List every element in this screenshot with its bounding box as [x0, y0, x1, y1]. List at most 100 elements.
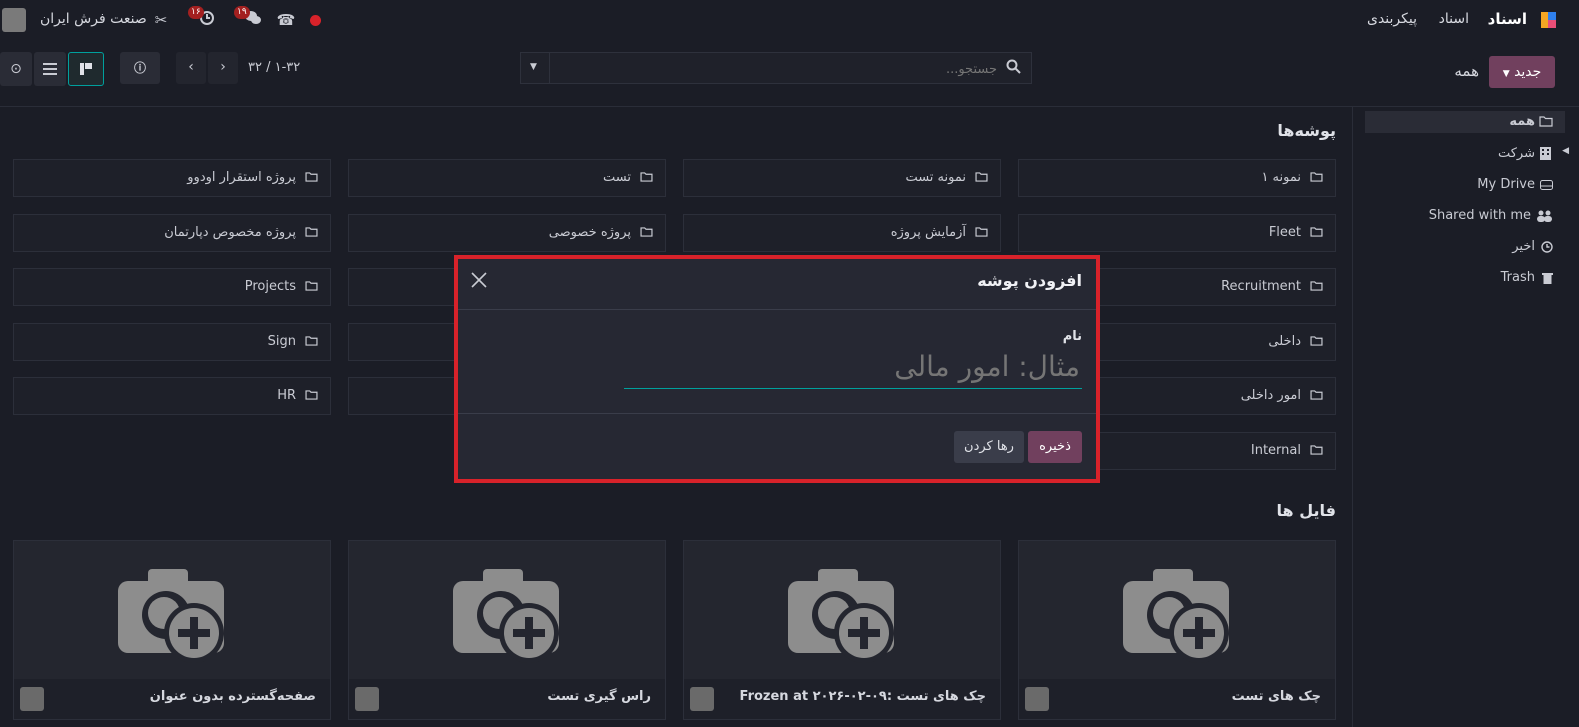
kanban-view-button[interactable] [68, 52, 104, 86]
app-logo-icon[interactable] [1539, 10, 1559, 30]
avatar [20, 687, 44, 711]
camera-add-icon [453, 569, 559, 663]
caret-down-icon: ▼ [530, 62, 537, 72]
folder-icon [1310, 281, 1323, 291]
folder-icon [1539, 116, 1553, 127]
search-options-toggle[interactable]: ▼ [521, 53, 550, 83]
drive-icon [1540, 180, 1553, 190]
clock-icon: ⊙ [10, 61, 22, 77]
folder-icon [305, 227, 318, 237]
avatar [690, 687, 714, 711]
folder-icon [305, 390, 318, 400]
activity-badge: ۱۶ [188, 6, 204, 19]
add-folder-dialog: افزودن پوشه نام ذخیره رها کردن [454, 255, 1100, 483]
folder-name-input[interactable] [624, 345, 1082, 389]
search-icon [1006, 59, 1021, 78]
folder-icon [1310, 390, 1323, 400]
trash-icon [1542, 273, 1553, 284]
phone-icon[interactable]: ☎ [275, 10, 297, 30]
menu-documents[interactable]: اسناد [1439, 11, 1469, 27]
folder-icon [1310, 172, 1323, 182]
search-input[interactable] [575, 57, 999, 81]
folder-icon [305, 281, 318, 291]
tools-icon[interactable]: ✂ [150, 10, 172, 30]
folder-card[interactable]: Sign [13, 323, 331, 361]
close-icon[interactable] [470, 271, 490, 291]
dialog-header: افزودن پوشه [458, 259, 1096, 310]
avatar [355, 687, 379, 711]
save-button[interactable]: ذخیره [1028, 431, 1082, 463]
folders-section-title: پوشه‌ها [1277, 121, 1336, 140]
files-section-title: فایل ها [1276, 501, 1336, 520]
kanban-icon [80, 63, 92, 75]
search-bar[interactable]: ▼ [520, 52, 1032, 84]
messages-icon[interactable]: ۱۹ [234, 6, 264, 30]
folder-card[interactable]: Fleet [1018, 214, 1336, 252]
activity-clock-icon[interactable]: ۱۶ [188, 6, 218, 30]
folder-icon [975, 172, 988, 182]
sidebar-item-company[interactable]: شرکت ◀ [1365, 143, 1569, 165]
avatar [1025, 687, 1049, 711]
file-thumbnail [349, 541, 665, 679]
folder-icon [305, 172, 318, 182]
clock-icon [1541, 241, 1553, 253]
app-brand[interactable]: اسناد [1488, 10, 1527, 28]
top-navbar: اسناد اسناد پیکربندی ☎ ۱۹ ۱۶ ✂ صنعت فرش … [0, 0, 1579, 40]
folder-icon [1310, 227, 1323, 237]
folder-card[interactable]: Projects [13, 268, 331, 306]
file-thumbnail [684, 541, 1000, 679]
pager-next-button[interactable]: › [208, 52, 238, 84]
info-button[interactable]: ⓘ [120, 52, 160, 84]
breadcrumb: همه [1454, 62, 1479, 80]
menu-configuration[interactable]: پیکربندی [1367, 11, 1417, 27]
messages-badge: ۱۹ [234, 6, 250, 19]
sidebar-item-shared[interactable]: Shared with me [1365, 205, 1565, 227]
folder-card[interactable]: پروژه استقرار اودوو [13, 159, 331, 197]
dialog-footer: ذخیره رها کردن [458, 413, 1096, 480]
folder-icon [305, 336, 318, 346]
caret-down-icon: ▼ [1502, 69, 1510, 79]
folder-card[interactable]: HR [13, 377, 331, 415]
file-thumbnail [1019, 541, 1335, 679]
folder-icon [1310, 336, 1323, 346]
activity-view-button[interactable]: ⊙ [0, 52, 32, 86]
folder-icon [640, 172, 653, 182]
folder-icon [640, 227, 653, 237]
pager-value[interactable]: ۳۲ / ۱-۳۲ [248, 60, 300, 75]
pager-prev-button[interactable]: ‹ [176, 52, 206, 84]
file-card[interactable]: Frozen at ۲۰۲۶-۰۲-۰۹: چک های تست [683, 540, 1001, 720]
folder-card[interactable]: نمونه ۱ [1018, 159, 1336, 197]
building-icon [1540, 147, 1551, 160]
company-name[interactable]: صنعت فرش ایران [40, 11, 147, 27]
dialog-title: افزودن پوشه [977, 271, 1082, 290]
folder-icon [975, 227, 988, 237]
record-dot-icon[interactable] [310, 15, 321, 26]
discard-button[interactable]: رها کردن [954, 431, 1024, 463]
file-card[interactable]: راس گیری تست [348, 540, 666, 720]
folder-icon [1310, 445, 1323, 455]
camera-add-icon [788, 569, 894, 663]
sidebar-item-my-drive[interactable]: My Drive [1365, 174, 1565, 196]
folder-card[interactable]: نمونه تست [683, 159, 1001, 197]
sidebar-item-all[interactable]: همه [1365, 111, 1565, 133]
camera-add-icon [118, 569, 224, 663]
folder-card[interactable]: آزمایش پروژه [683, 214, 1001, 252]
control-panel: ▼ جدید همه ▼ ۳۲ / ۱-۳۲ › ‹ ⓘ ⊙ [0, 40, 1579, 107]
sidebar-item-trash[interactable]: Trash [1365, 267, 1565, 289]
file-thumbnail [14, 541, 330, 679]
list-icon [43, 63, 57, 75]
sidebar-item-recent[interactable]: اخیر [1365, 236, 1565, 258]
user-avatar[interactable] [2, 8, 26, 32]
caret-left-icon[interactable]: ◀ [1562, 146, 1569, 156]
new-button[interactable]: ▼ جدید [1489, 56, 1555, 88]
list-view-button[interactable] [34, 52, 66, 86]
name-label: نام [1062, 329, 1082, 344]
folder-card[interactable]: پروژه مخصوص دپارتمان [13, 214, 331, 252]
file-card[interactable]: چک های تست [1018, 540, 1336, 720]
camera-add-icon [1123, 569, 1229, 663]
folder-card[interactable]: پروژه خصوصی [348, 214, 666, 252]
folder-card[interactable]: تست [348, 159, 666, 197]
info-icon: ⓘ [133, 61, 146, 75]
users-icon [1537, 210, 1552, 222]
file-card[interactable]: صفحه‌گسترده بدون عنوان [13, 540, 331, 720]
